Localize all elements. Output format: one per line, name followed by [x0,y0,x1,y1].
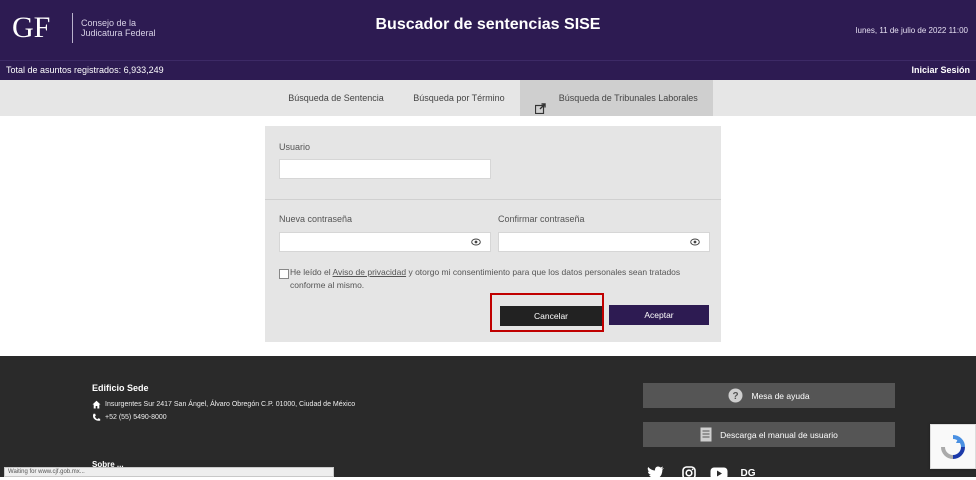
help-icon: ? [728,388,743,403]
instagram-icon[interactable] [679,466,699,480]
document-icon [700,427,712,442]
total-count: Total de asuntos registrados: 6,933,249 [6,65,164,75]
phone-icon [92,413,101,422]
consent-text: He leído el Aviso de privacidad y otorgo… [290,266,710,292]
tab-label: Búsqueda por Término [413,93,505,103]
tab-label: Búsqueda de Tribunales Laborales [558,93,698,103]
confirmar-contrasena-label: Confirmar contraseña [498,214,585,224]
tab-label: Búsqueda de Sentencia [288,93,384,103]
consent-text-before: He leído el [290,267,333,277]
home-icon [92,400,101,409]
eye-icon[interactable] [684,232,706,252]
help-desk-button[interactable]: ? Mesa de ayuda [643,383,895,408]
svg-text:DG: DG [741,468,755,479]
search-tabs: Búsqueda de Sentencia Búsqueda por Térmi… [0,80,976,116]
privacy-notice-link[interactable]: Aviso de privacidad [333,267,407,277]
footer-title: Edificio Sede [92,383,149,393]
tab-busqueda-termino[interactable]: Búsqueda por Término [398,80,520,116]
download-manual-button[interactable]: Descarga el manual de usuario [643,422,895,447]
recaptcha-icon [941,434,965,459]
external-link-icon [535,93,546,115]
eye-icon[interactable] [465,232,487,252]
info-bar: Total de asuntos registrados: 6,933,249 … [0,60,976,81]
app-header: GF Consejo de la Judicatura Federal Busc… [0,0,976,60]
nueva-contrasena-input[interactable] [279,232,491,252]
browser-status-bar: Waiting for www.cjf.gob.mx... [4,467,334,477]
confirmar-contrasena-input[interactable] [498,232,710,252]
usuario-input[interactable] [279,159,491,179]
footer: Edificio Sede Insurgentes Sur 2417 San Á… [0,356,976,480]
twitter-icon[interactable] [646,466,666,480]
footer-address: Insurgentes Sur 2417 San Ángel, Álvaro O… [92,400,355,409]
nueva-contrasena-label: Nueva contraseña [279,214,353,224]
date-text: lunes, 11 de julio de 2022 11:00 [855,26,968,35]
download-manual-label: Descarga el manual de usuario [720,429,838,440]
footer-phone: +52 (55) 5490-8000 [92,413,167,422]
tab-tribunales-laborales[interactable]: Búsqueda de Tribunales Laborales [520,80,713,116]
page-title: Buscador de sentencias SISE [375,16,601,33]
accept-button[interactable]: Aceptar [609,305,709,325]
recaptcha-badge[interactable] [930,424,976,469]
svg-text:?: ? [733,391,739,402]
cancel-highlight-box [490,293,604,332]
address-text: Insurgentes Sur 2417 San Ángel, Álvaro O… [105,401,356,408]
dg-logo-icon[interactable]: DG [738,466,758,480]
divider [265,199,721,200]
help-desk-label: Mesa de ayuda [751,390,810,401]
consent-checkbox[interactable] [279,269,289,279]
login-link[interactable]: Iniciar Sesión [911,65,970,75]
tab-busqueda-sentencia[interactable]: Búsqueda de Sentencia [274,80,398,116]
usuario-label: Usuario [279,142,311,152]
phone-text: +52 (55) 5490-8000 [105,414,167,421]
youtube-icon[interactable] [709,466,729,480]
